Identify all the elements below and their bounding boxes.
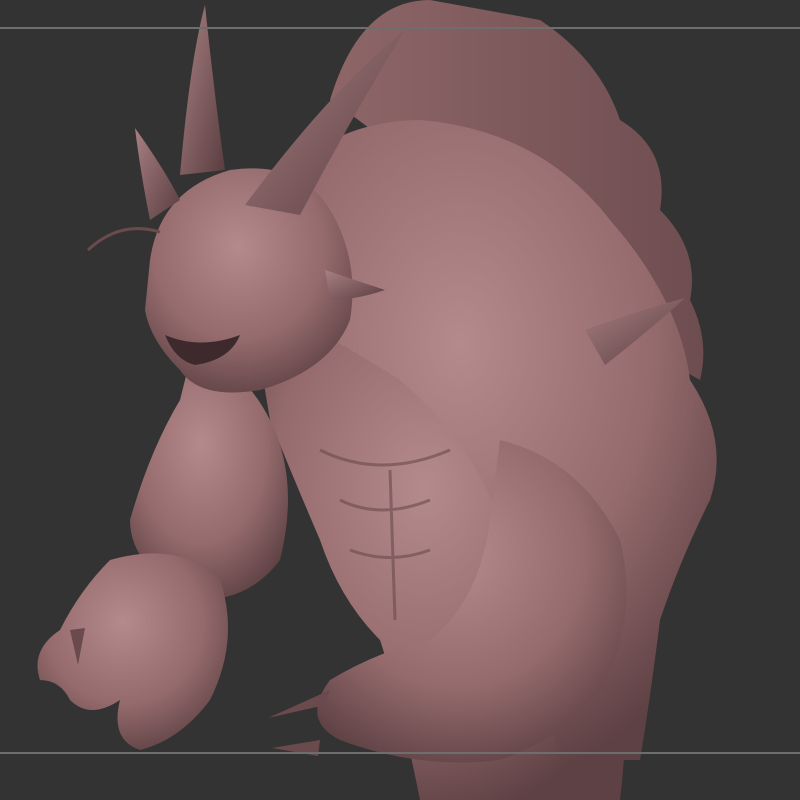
left-hand xyxy=(37,553,228,750)
head-horn-back xyxy=(180,5,225,175)
antenna xyxy=(86,227,161,252)
viewport-guide-line-bottom xyxy=(0,752,800,754)
viewport-guide-line-top xyxy=(0,27,800,29)
sculpt-viewport[interactable] xyxy=(0,0,800,800)
creature-sculpt-model[interactable] xyxy=(0,0,800,800)
